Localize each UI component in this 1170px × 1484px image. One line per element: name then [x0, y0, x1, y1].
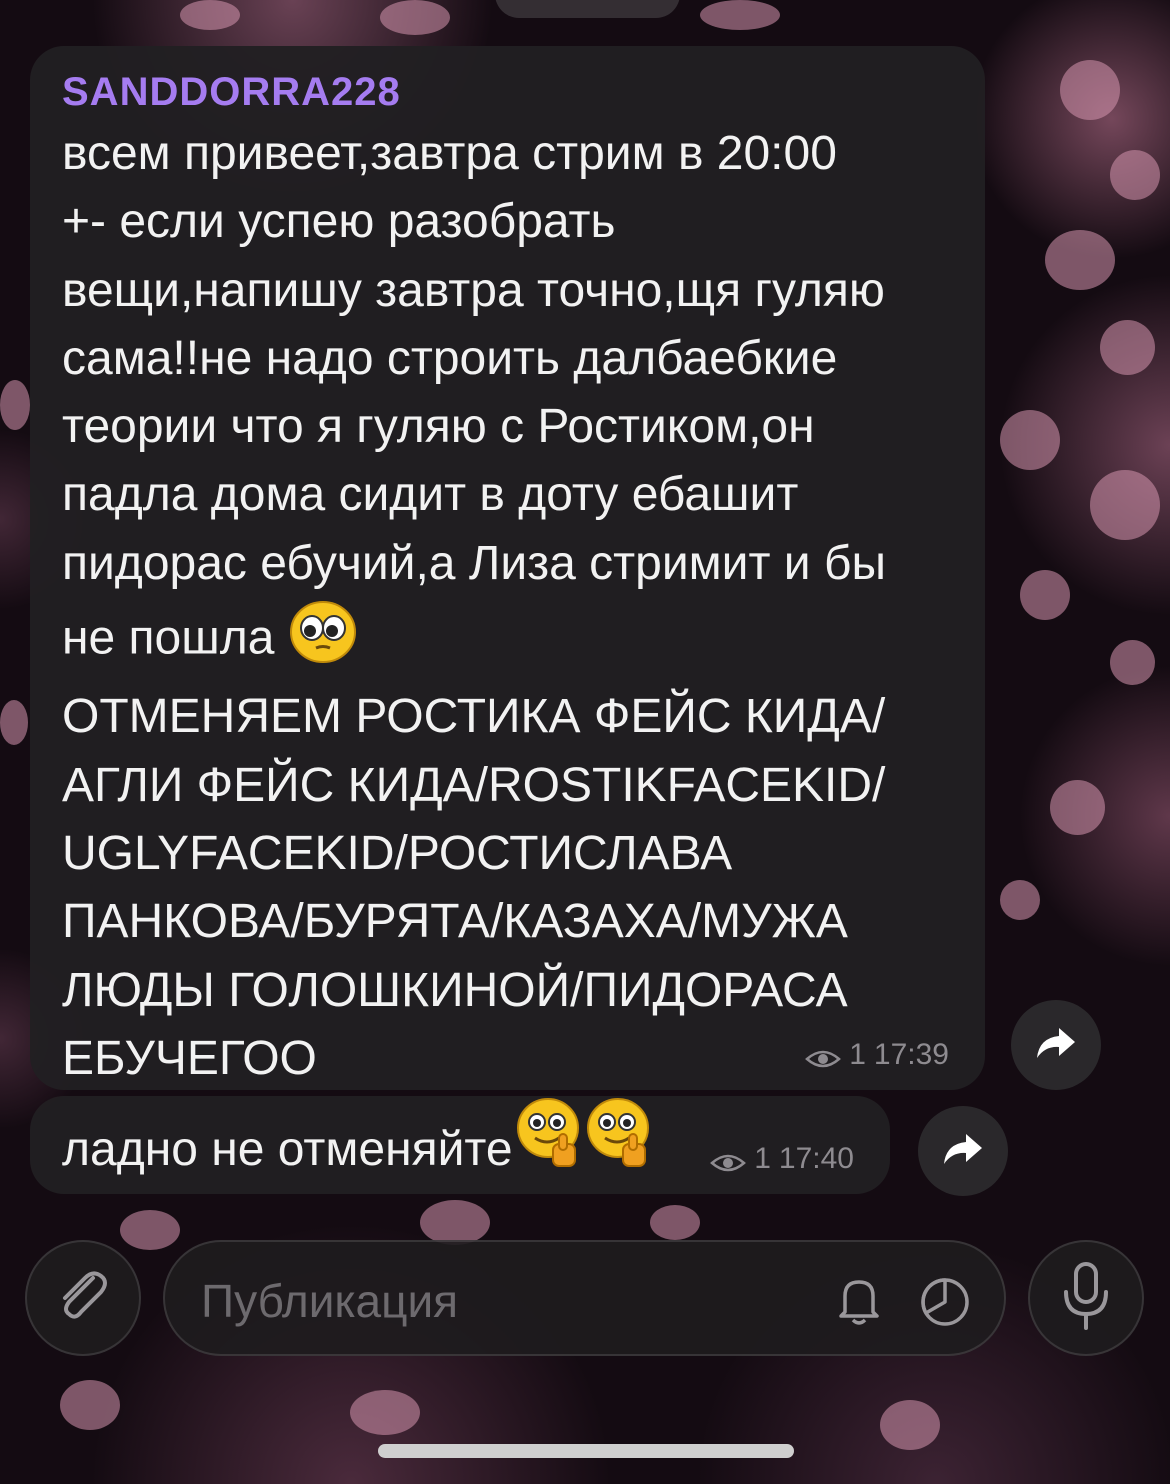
message-time: 17:40 — [778, 1142, 854, 1175]
big-eyes-emoji — [288, 598, 358, 683]
message-meta: 1 17:39 — [805, 1038, 949, 1072]
forward-button[interactable] — [1011, 1000, 1101, 1090]
message-line: всем привеет,завтра стрим в 20:00 — [62, 127, 837, 180]
forward-arrow-icon — [942, 1132, 984, 1171]
message-line: ладно не отменяйте — [62, 1123, 513, 1176]
message-line: не пошла — [62, 611, 275, 665]
message-line-with-emoji: не пошла — [62, 598, 953, 683]
message-line: АГЛИ ФЕЙС КИДА/ROSTIKFACEKID/ — [62, 758, 886, 812]
timer-icon[interactable] — [917, 1274, 973, 1335]
views-eye-icon — [805, 1044, 842, 1068]
message-line: пидорас ебучий,а Лиза стримит и бы — [62, 536, 886, 590]
message-bubble[interactable]: ладно не отменяйте 1 17:40 — [30, 1096, 890, 1194]
attach-button[interactable] — [25, 1240, 141, 1356]
message-line: сама!!не надо строить далбаебкие — [62, 331, 838, 385]
views-eye-icon — [710, 1148, 747, 1172]
message-time: 17:39 — [873, 1038, 949, 1071]
message-line: UGLYFACEKID/РОСТИСЛАВА — [62, 826, 733, 880]
message-author[interactable]: SANDDORRA228 — [62, 70, 953, 114]
message-line: ЛЮДЫ ГОЛОШКИНОЙ/ПИДОРАСА — [62, 963, 848, 1017]
message-line: +- если успею разобрать — [62, 195, 616, 249]
thumbs-up-smile-emoji — [513, 1096, 583, 1204]
thumbs-up-smile-emoji — [583, 1096, 653, 1204]
message-line: ОТМЕНЯЕМ РОСТИКА ФЕЙС КИДА/ — [62, 690, 886, 744]
message-line: теории что я гуляю с Ростиком,он — [62, 400, 815, 454]
views-count: 1 — [754, 1142, 771, 1175]
forward-button[interactable] — [918, 1106, 1008, 1196]
message-line: ПАНКОВА/БУРЯТА/КАЗАХА/МУЖА — [62, 895, 848, 949]
microphone-button[interactable] — [1028, 1240, 1144, 1356]
message-line: вещи,напишу завтра точно,щя гуляю — [62, 263, 885, 317]
status-pill — [495, 0, 680, 18]
message-line: падла дома сидит в доту ебашит — [62, 468, 799, 522]
message-bubble[interactable]: SANDDORRA228 всем привеет,завтра стрим в… — [30, 46, 985, 1090]
paperclip-icon — [51, 1264, 115, 1333]
forward-arrow-icon — [1035, 1026, 1077, 1065]
microphone-icon — [1059, 1260, 1113, 1337]
message-input[interactable] — [199, 1270, 803, 1332]
message-composer[interactable] — [163, 1240, 1006, 1356]
home-indicator — [378, 1444, 794, 1458]
bell-icon[interactable] — [831, 1274, 887, 1331]
message-meta: 1 17:40 — [710, 1142, 854, 1176]
views-count: 1 — [849, 1038, 866, 1071]
message-text: всем привеет,завтра стрим в 20:00 +- есл… — [62, 120, 953, 1093]
